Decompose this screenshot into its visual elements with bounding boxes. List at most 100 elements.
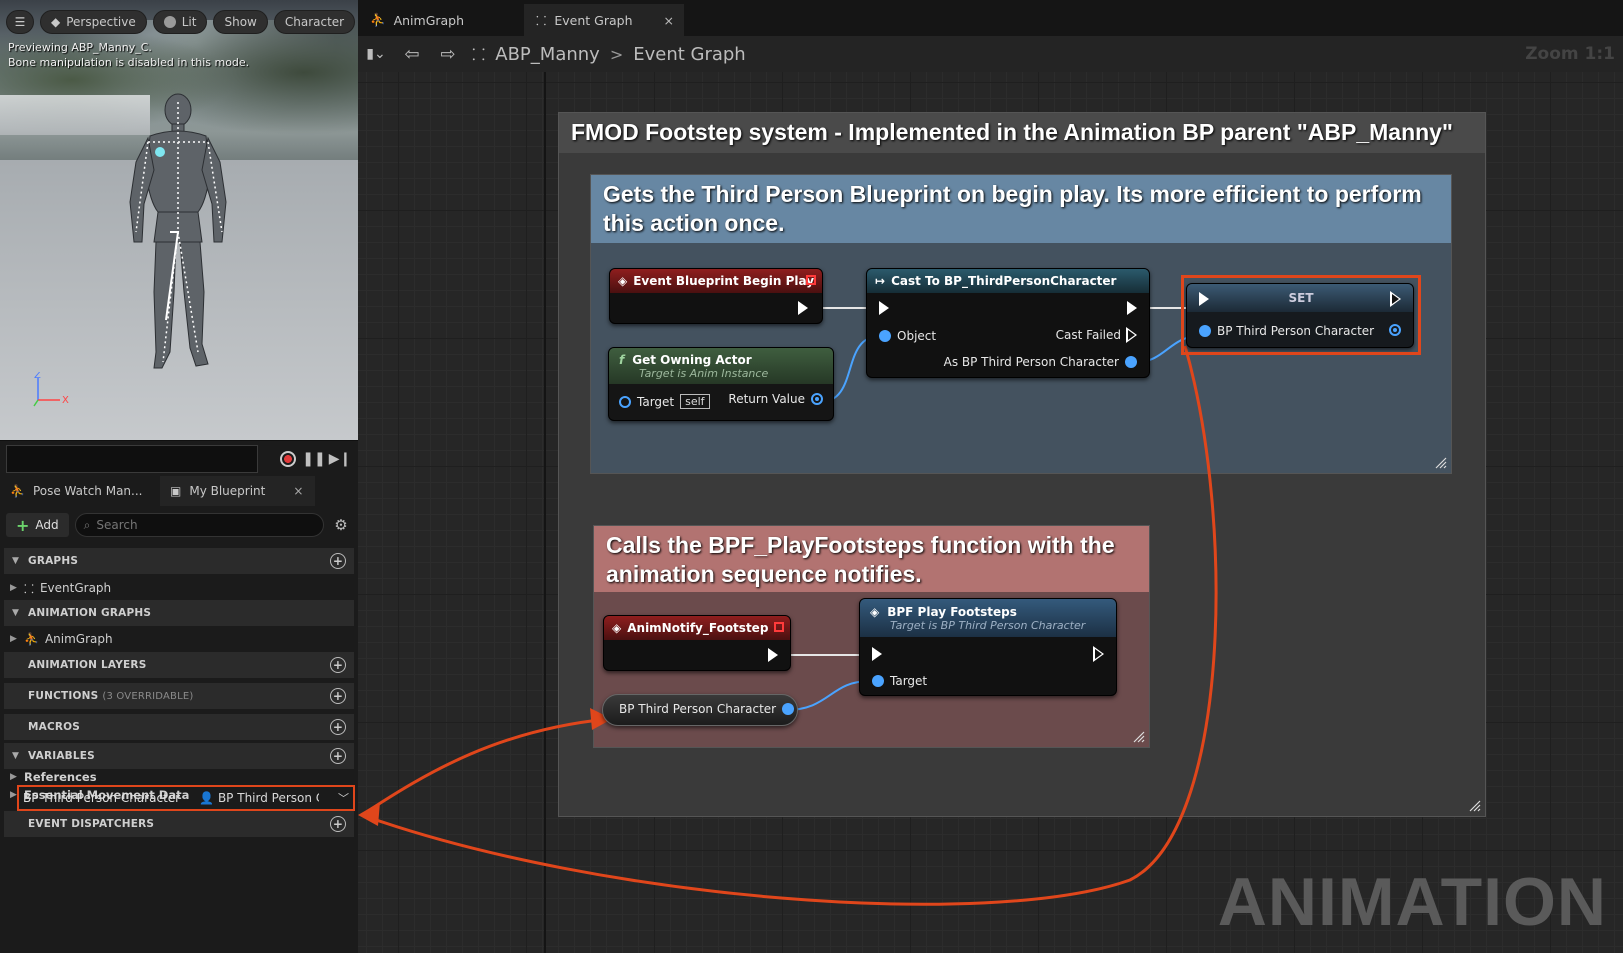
search-input[interactable] xyxy=(96,518,315,532)
tab-pose-watch-manager[interactable]: ⛹ Pose Watch Man... xyxy=(0,476,160,506)
lit-button[interactable]: Lit xyxy=(152,10,208,34)
exec-out-pin[interactable] xyxy=(1127,301,1137,315)
object-pin-icon xyxy=(1199,325,1211,337)
graph-item-eventgraph[interactable]: ▶ ⸬ EventGraph xyxy=(4,578,354,598)
pause-button[interactable]: ❚❚ xyxy=(302,447,326,471)
exec-in-pin[interactable] xyxy=(879,301,889,315)
set-output-pin[interactable] xyxy=(1389,324,1401,336)
graph-origin-line xyxy=(544,72,546,953)
section-animation-graphs-label: ANIMATION GRAPHS xyxy=(28,607,152,619)
section-graphs[interactable]: ▼ GRAPHS + xyxy=(4,548,354,574)
section-event-dispatchers[interactable]: EVENT DISPATCHERS + xyxy=(4,811,354,837)
cast-failed-pin[interactable]: Cast Failed xyxy=(1056,327,1137,343)
axis-gizmo: Z X xyxy=(33,372,69,407)
resize-grip-icon[interactable] xyxy=(1133,731,1145,743)
section-animation-graphs[interactable]: ▼ ANIMATION GRAPHS xyxy=(4,600,354,626)
settings-button[interactable]: ⚙ xyxy=(330,514,352,536)
object-pin[interactable]: Object xyxy=(879,329,936,343)
node-title: SET xyxy=(1187,284,1413,312)
close-icon[interactable]: × xyxy=(664,13,674,28)
node-header: f Get Owning Actor Target is Anim Instanc… xyxy=(609,348,833,384)
target-pin[interactable]: Target self xyxy=(619,394,710,409)
anim-graph-icon: ⛹ xyxy=(24,632,39,646)
add-graph-icon[interactable]: + xyxy=(330,553,346,569)
add-macro-icon[interactable]: + xyxy=(330,719,346,735)
perspective-button[interactable]: ◆ Perspective xyxy=(40,10,147,34)
record-button[interactable] xyxy=(276,447,300,471)
node-header: ◈ BPF Play Footsteps Target is BP Third P… xyxy=(860,599,1116,637)
timeline-field[interactable] xyxy=(6,445,258,473)
graph-item-animgraph[interactable]: ▶ ⛹ AnimGraph xyxy=(4,629,354,649)
getter-output-pin[interactable]: BP Third Person Character xyxy=(619,702,795,716)
forward-button[interactable]: ⇨ xyxy=(430,36,466,72)
return-value-pin[interactable]: Return Value xyxy=(728,392,823,406)
object-pin-icon xyxy=(879,330,891,342)
exec-in-pin[interactable] xyxy=(1199,292,1209,306)
viewport-menu-button[interactable]: ☰ xyxy=(6,10,34,34)
tab-event-graph[interactable]: ⸬ Event Graph × xyxy=(524,4,684,36)
section-macros[interactable]: MACROS + xyxy=(4,714,354,740)
search-box[interactable]: ⌕ xyxy=(74,513,324,537)
node-set-variable[interactable]: SET BP Third Person Character xyxy=(1186,283,1414,348)
event-graph-icon: ⸬ xyxy=(536,12,547,28)
resize-grip-icon[interactable] xyxy=(1435,457,1447,469)
exec-out-pin[interactable] xyxy=(1093,646,1104,662)
node-anim-notify-footstep[interactable]: ◈ AnimNotify_Footstep xyxy=(603,615,791,671)
target-pin[interactable]: Target xyxy=(872,674,927,688)
exec-pin-icon xyxy=(768,648,778,662)
node-bpf-play-footsteps[interactable]: ◈ BPF Play Footsteps Target is BP Third P… xyxy=(859,598,1117,696)
exec-out-pin[interactable] xyxy=(1390,291,1401,307)
viewport-toolbar: ☰ ◆Perspective Lit Show Character L xyxy=(6,10,358,34)
chevron-down-icon[interactable]: ﹀ xyxy=(338,790,349,806)
section-variables-label: VARIABLES xyxy=(28,750,95,762)
section-functions[interactable]: FUNCTIONS (3 OVERRIDABLE) + xyxy=(4,683,354,709)
add-variable-icon[interactable]: + xyxy=(330,748,346,764)
node-subtitle: Target is Anim Instance xyxy=(639,366,769,380)
delegate-pin-icon[interactable] xyxy=(774,622,784,632)
character-button[interactable]: Character xyxy=(273,10,356,34)
bookmark-button[interactable]: ▮⌄ xyxy=(358,36,394,72)
variable-bp-third-person-character[interactable]: BP Third Person Character 👤 BP Third Pers… xyxy=(17,785,355,811)
node-get-owning-actor[interactable]: f Get Owning Actor Target is Anim Instanc… xyxy=(608,347,834,421)
node-variable-getter[interactable]: BP Third Person Character xyxy=(602,694,798,726)
function-diamond-icon: ◈ xyxy=(870,604,880,619)
add-label: Add xyxy=(35,518,59,532)
preview-viewport[interactable]: ☰ ◆Perspective Lit Show Character L Prev… xyxy=(0,0,358,440)
exec-out-pin[interactable] xyxy=(798,301,808,315)
step-forward-button[interactable]: ▶❙ xyxy=(328,447,352,471)
section-animation-layers[interactable]: ANIMATION LAYERS + xyxy=(4,652,354,678)
pin-label: Target xyxy=(890,674,928,688)
resize-grip-icon[interactable] xyxy=(1469,800,1481,812)
tab-animgraph[interactable]: ⛹ AnimGraph xyxy=(358,4,518,36)
tab-my-blueprint-label: My Blueprint xyxy=(189,484,266,498)
show-button[interactable]: Show xyxy=(213,10,268,34)
search-icon: ⌕ xyxy=(83,517,91,532)
back-button[interactable]: ⇦ xyxy=(394,36,430,72)
tab-my-blueprint[interactable]: ▣ My Blueprint × xyxy=(160,476,315,506)
as-bp-third-person-pin[interactable]: As BP Third Person Character xyxy=(944,355,1137,369)
delegate-pin-icon[interactable] xyxy=(806,275,816,285)
node-event-begin-play[interactable]: ◈ Event Blueprint Begin Play xyxy=(609,268,823,324)
add-function-icon[interactable]: + xyxy=(330,688,346,704)
exec-in-pin[interactable] xyxy=(872,647,882,661)
add-button[interactable]: + Add xyxy=(6,513,69,537)
add-layer-icon[interactable]: + xyxy=(330,657,346,673)
section-variables[interactable]: ▼ VARIABLES + xyxy=(4,743,354,769)
breadcrumb-root[interactable]: ABP_Manny xyxy=(495,44,600,65)
collapse-triangle-icon: ▼ xyxy=(12,608,20,618)
object-pin-icon xyxy=(872,675,884,687)
graph-type-watermark: ANIMATION xyxy=(1217,864,1607,940)
hamburger-icon: ☰ xyxy=(14,15,26,29)
pin-label: Object xyxy=(897,329,937,343)
set-value-pin[interactable]: BP Third Person Character xyxy=(1199,324,1374,338)
cube-icon: ◆ xyxy=(51,15,61,29)
variable-type[interactable]: 👤 BP Third Person C xyxy=(199,791,319,805)
category-references[interactable]: ▶ References xyxy=(4,767,354,787)
object-pin-icon xyxy=(619,395,631,408)
node-cast-to-bp-third-person[interactable]: ↦ Cast To BP_ThirdPersonCharacter Object… xyxy=(866,268,1150,378)
add-dispatcher-icon[interactable]: + xyxy=(330,816,346,832)
pin-label: As BP Third Person Character xyxy=(943,355,1119,369)
playback-bar: ❚❚ ▶❙ xyxy=(0,440,358,476)
exec-out-pin[interactable] xyxy=(768,648,778,662)
close-icon[interactable]: × xyxy=(293,484,303,498)
